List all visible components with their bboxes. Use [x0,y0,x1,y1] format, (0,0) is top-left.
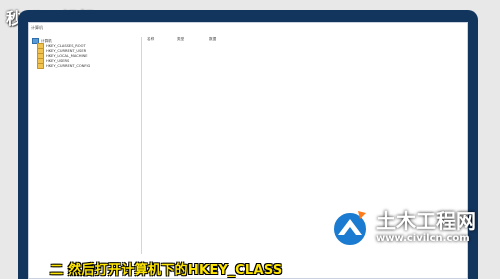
column-header-data[interactable]: 数据 [209,37,216,42]
folder-icon [37,63,44,69]
tree-item-label: HKEY_CURRENT_CONFIG [46,63,91,68]
watermark-url: www.civilcn.com [376,233,470,244]
address-bar[interactable]: 计算机 [31,24,465,32]
subtitle-bar: 二 然后打开计算机下的HKEY_CLASS [50,257,500,279]
tree-item-hkey-current-config[interactable]: HKEY_CURRENT_CONFIG [37,63,90,69]
subtitle-text: 二 然后打开计算机下的HKEY_CLASS [50,262,283,278]
site-watermark: 土木工程网 www.civilcn.com [330,203,490,257]
registry-tree-pane: 计算机 HKEY_CLASSES_ROOT HKEY_CURRENT_USER … [29,37,142,254]
watermark-title: 土木工程网 [376,209,476,233]
civilcn-logo-icon [332,211,368,247]
column-header-type[interactable]: 类型 [177,37,184,42]
column-header-name[interactable]: 名称 [147,37,154,42]
